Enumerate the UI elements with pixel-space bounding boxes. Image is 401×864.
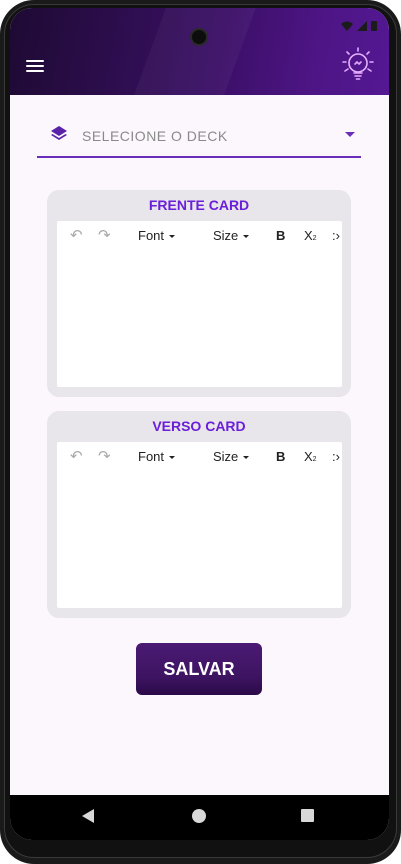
- font-dropdown[interactable]: Font: [138, 228, 176, 243]
- back-card-title: VERSO CARD: [152, 418, 246, 434]
- size-dropdown[interactable]: Size: [213, 449, 250, 464]
- home-icon[interactable]: [192, 809, 206, 823]
- back-card-content[interactable]: [57, 474, 342, 608]
- back-editor-toolbar: ↶ ↷ Font Size B X2 :›: [57, 442, 342, 474]
- chevron-down-icon: [169, 456, 176, 460]
- front-card-content[interactable]: [57, 253, 342, 387]
- bold-button[interactable]: B: [276, 449, 285, 464]
- wifi-icon: [341, 21, 353, 31]
- chevron-down-icon: [243, 456, 250, 460]
- back-card-panel: VERSO CARD ↶ ↷ Font Size B X2 :›: [47, 411, 351, 618]
- status-icons: [341, 20, 377, 31]
- size-dropdown[interactable]: Size: [213, 228, 250, 243]
- deck-select-placeholder: SELECIONE O DECK: [82, 128, 228, 144]
- deck-select[interactable]: SELECIONE O DECK: [37, 116, 361, 158]
- front-camera: [190, 28, 208, 46]
- more-tools-button[interactable]: :›: [332, 449, 340, 464]
- redo-icon[interactable]: ↷: [98, 447, 111, 465]
- subscript-button[interactable]: X2: [304, 449, 317, 464]
- front-card-editor[interactable]: ↶ ↷ Font Size B X2 :›: [57, 221, 342, 387]
- more-tools-button[interactable]: :›: [332, 228, 340, 243]
- hamburger-menu-icon: [26, 60, 44, 62]
- app-header: [10, 8, 389, 95]
- front-editor-toolbar: ↶ ↷ Font Size B X2 :›: [57, 221, 342, 253]
- chevron-down-icon: [243, 235, 250, 239]
- phone-frame: SELECIONE O DECK FRENTE CARD ↶ ↷ Font Si…: [0, 0, 401, 864]
- battery-icon: [371, 21, 377, 31]
- front-card-title: FRENTE CARD: [148, 197, 250, 213]
- layers-icon: [51, 126, 67, 140]
- menu-button[interactable]: [26, 58, 46, 74]
- redo-icon[interactable]: ↷: [98, 226, 111, 244]
- undo-icon[interactable]: ↶: [70, 226, 83, 244]
- front-card-panel: FRENTE CARD ↶ ↷ Font Size B X2 :›: [47, 190, 351, 397]
- bold-button[interactable]: B: [276, 228, 285, 243]
- save-button[interactable]: SALVAR: [136, 643, 262, 695]
- lightbulb-icon: [342, 47, 374, 80]
- chevron-down-icon: [345, 132, 355, 137]
- signal-icon: [357, 20, 367, 31]
- font-dropdown[interactable]: Font: [138, 449, 176, 464]
- chevron-down-icon: [169, 235, 176, 239]
- undo-icon[interactable]: ↶: [70, 447, 83, 465]
- app-screen: SELECIONE O DECK FRENTE CARD ↶ ↷ Font Si…: [10, 8, 389, 840]
- back-card-editor[interactable]: ↶ ↷ Font Size B X2 :›: [57, 442, 342, 608]
- recent-apps-icon[interactable]: [301, 809, 314, 822]
- subscript-button[interactable]: X2: [304, 228, 317, 243]
- system-nav-bar: [10, 795, 389, 840]
- back-icon[interactable]: [82, 809, 94, 823]
